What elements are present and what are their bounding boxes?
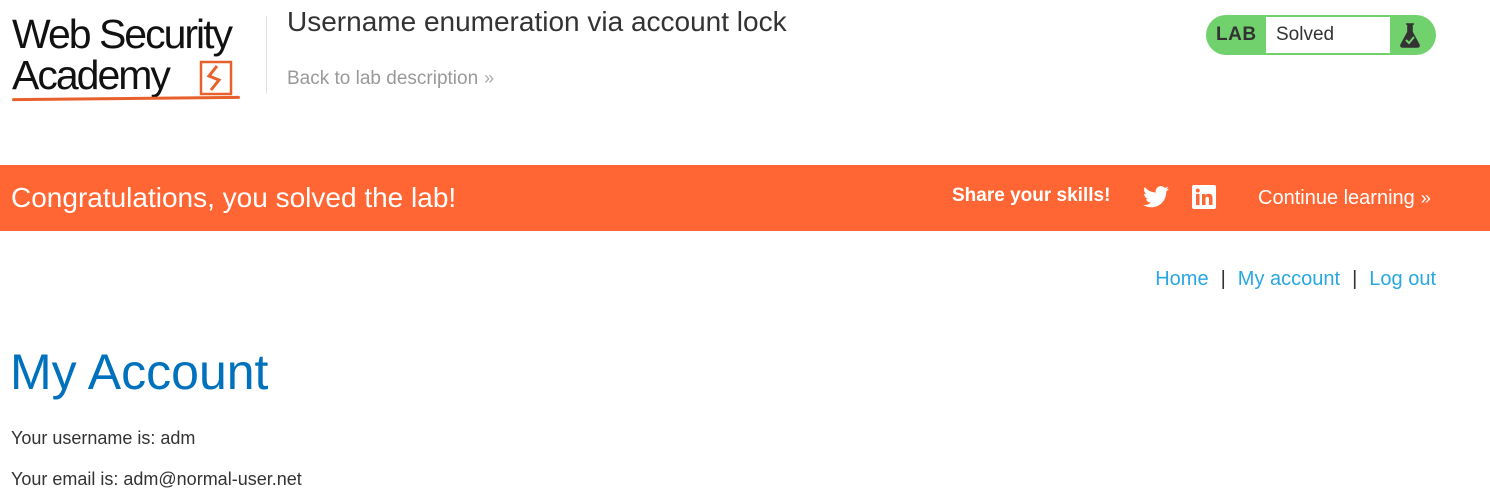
lab-status-badge: LAB Solved <box>1206 15 1436 55</box>
lab-label: LAB <box>1216 24 1257 45</box>
double-chevron-right-icon: » <box>1420 188 1431 208</box>
home-link[interactable]: Home <box>1155 268 1208 290</box>
log-out-link[interactable]: Log out <box>1369 268 1436 290</box>
continue-learning-link[interactable]: Continue learning» <box>1258 165 1431 231</box>
congratulations-message: Congratulations, you solved the lab! <box>11 182 457 213</box>
academy-logo-mark-icon <box>199 60 233 96</box>
lab-status-text: Solved <box>1276 24 1335 45</box>
web-security-academy-logo[interactable]: Web Security Academy <box>11 11 262 104</box>
username-info: Your username is: adm <box>11 428 196 448</box>
logo-line1: Web Security <box>12 11 233 57</box>
header-divider <box>266 16 267 94</box>
continue-learning-label: Continue learning <box>1258 187 1415 209</box>
my-account-link[interactable]: My account <box>1238 268 1340 290</box>
linkedin-icon <box>1192 185 1216 209</box>
page: Web Security Academy Username enumeratio… <box>0 0 1490 501</box>
share-your-skills-label: Share your skills! <box>952 185 1111 206</box>
back-link-label: Back to lab description <box>287 68 479 89</box>
lab-status-box: Solved <box>1266 17 1390 53</box>
nav-separator: | <box>1352 268 1358 290</box>
twitter-icon <box>1143 186 1169 208</box>
nav-separator: | <box>1220 268 1226 290</box>
solved-banner: Congratulations, you solved the lab! Sha… <box>0 165 1490 231</box>
back-to-lab-description-link[interactable]: Back to lab description» <box>287 68 494 90</box>
lab-title: Username enumeration via account lock <box>287 6 787 37</box>
page-title: My Account <box>10 344 269 400</box>
double-chevron-right-icon: » <box>484 68 495 88</box>
email-info: Your email is: adm@normal-user.net <box>11 469 302 489</box>
account-nav: Home | My account | Log out <box>1155 268 1436 291</box>
flask-icon <box>1400 23 1420 48</box>
